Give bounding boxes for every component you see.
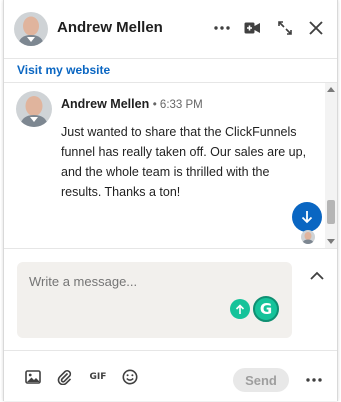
video-call-icon[interactable] (238, 14, 266, 42)
read-receipt-avatar (301, 230, 315, 244)
chat-window: Andrew Mellen Visit my website Andrew Me… (3, 0, 338, 401)
grammarly-icon[interactable]: G (253, 296, 279, 322)
message-body: Just wanted to share that the ClickFunne… (61, 125, 307, 199)
scrollbar[interactable] (325, 83, 337, 248)
profile-link-bar: Visit my website (4, 59, 337, 83)
avatar[interactable] (16, 91, 52, 127)
compose-toolbar: GIF Send (4, 350, 337, 402)
message-compose-box[interactable] (17, 262, 292, 338)
contact-name[interactable]: Andrew Mellen (57, 19, 163, 36)
message-thread[interactable]: Andrew Mellen • 6:33 PM Just wanted to s… (4, 83, 337, 249)
scroll-up-arrow-icon[interactable] (327, 87, 335, 92)
message-author[interactable]: Andrew Mellen (61, 97, 149, 111)
scroll-down-arrow-icon[interactable] (327, 239, 335, 244)
gif-label: GIF (89, 372, 107, 382)
scrollbar-thumb[interactable] (327, 200, 335, 224)
collapse-compose-chevron-up-icon[interactable] (305, 264, 329, 288)
more-options-icon[interactable] (208, 14, 236, 42)
expand-icon[interactable] (271, 14, 299, 42)
scroll-to-bottom-button[interactable] (292, 202, 322, 232)
avatar[interactable] (14, 12, 48, 46)
grammarly-suggest-icon[interactable] (230, 299, 250, 319)
message-time: • 6:33 PM (152, 99, 203, 111)
gif-icon[interactable]: GIF (88, 367, 108, 387)
attachment-icon[interactable] (55, 367, 75, 387)
visit-website-link[interactable]: Visit my website (17, 63, 110, 77)
close-icon[interactable] (302, 14, 330, 42)
chat-header: Andrew Mellen (4, 0, 337, 59)
send-button[interactable]: Send (233, 368, 289, 392)
image-icon[interactable] (23, 367, 43, 387)
emoji-icon[interactable] (120, 367, 140, 387)
more-options-icon[interactable] (302, 368, 326, 392)
message-input[interactable] (29, 274, 229, 289)
message-header: Andrew Mellen • 6:33 PM (61, 97, 203, 111)
